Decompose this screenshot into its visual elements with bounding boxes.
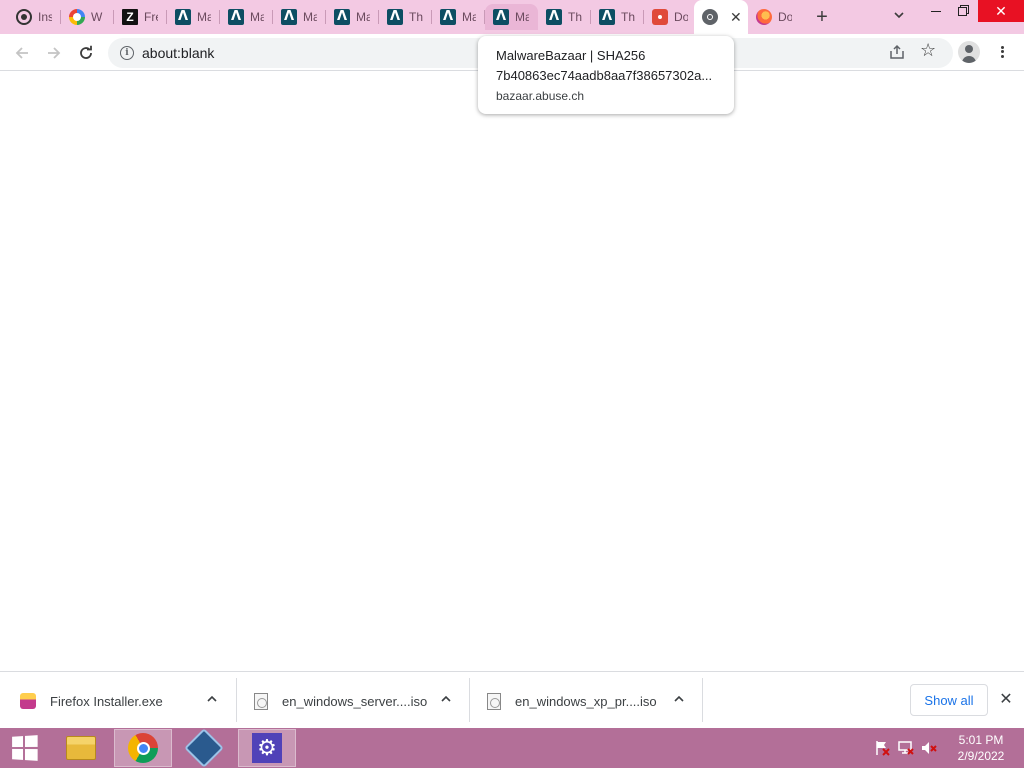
tab-title: Ma: [250, 10, 264, 24]
download-name: Firefox Installer.exe: [50, 693, 163, 709]
show-all-button[interactable]: Show all: [910, 684, 988, 716]
settings-icon: ⚙: [252, 733, 282, 763]
any-run-icon: Λ: [175, 9, 191, 25]
taskbar-file-explorer[interactable]: [52, 729, 110, 767]
tab-2[interactable]: W: [61, 4, 114, 30]
file-icon: [487, 692, 501, 710]
tab-6[interactable]: Λ Ma: [273, 4, 326, 30]
download-name: en_windows_server....iso: [282, 693, 428, 709]
back-button[interactable]: [10, 41, 34, 65]
any-run-icon: Λ: [493, 9, 509, 25]
new-tab-button[interactable]: +: [812, 6, 832, 28]
virtualbox-icon: [184, 728, 224, 768]
tab-title: Th: [621, 10, 635, 24]
tab-1[interactable]: Ins: [8, 4, 61, 30]
any-run-icon: Λ: [440, 9, 456, 25]
zotero-icon: Z: [122, 9, 138, 25]
any-run-icon: Λ: [228, 9, 244, 25]
url-text[interactable]: about:blank: [142, 45, 214, 61]
forward-button[interactable]: [42, 41, 66, 65]
download-item[interactable]: en_windows_server....iso: [254, 678, 469, 724]
tab-4[interactable]: Λ Ma: [167, 4, 220, 30]
taskbar: ⚙ 5:01 PM 2/9/2022: [0, 728, 1024, 768]
tab-title: Do: [778, 10, 792, 24]
chevron-up-icon[interactable]: [671, 693, 687, 709]
google-icon: [69, 9, 85, 25]
chevron-up-icon[interactable]: [438, 693, 454, 709]
tab-hover-tooltip: MalwareBazaar | SHA256 7b40863ec74aadb8a…: [478, 36, 734, 114]
tab-title: Ma: [515, 10, 529, 24]
reload-button[interactable]: [74, 41, 98, 65]
windows-logo-icon: [12, 735, 38, 761]
tab-strip: Ins W Z Fre Λ Ma Λ Ma Λ Ma Λ Ma Λ Th Λ M…: [0, 0, 1024, 34]
tab-9[interactable]: Λ Ma: [432, 4, 485, 30]
tab-title: Do: [674, 10, 688, 24]
taskbar-virtualbox[interactable]: [175, 728, 233, 768]
clock-time: 5:01 PM: [958, 733, 1004, 747]
tab-title: Ins: [38, 10, 52, 24]
download-shelf: Firefox Installer.exe en_windows_server.…: [0, 671, 1024, 728]
close-window-button[interactable]: ✕: [978, 0, 1024, 22]
tab-title: Ma: [356, 10, 370, 24]
taskbar-chrome[interactable]: [114, 729, 172, 767]
start-button[interactable]: [0, 728, 48, 768]
tab-7[interactable]: Λ Ma: [326, 4, 379, 30]
close-tab-icon[interactable]: ✕: [730, 9, 742, 26]
tab-title: Fre: [144, 10, 158, 24]
tab-10[interactable]: Λ Ma: [485, 4, 538, 30]
download-item[interactable]: en_windows_xp_pr....iso: [487, 678, 702, 724]
tab-active[interactable]: ✕: [694, 0, 748, 34]
tab-title: W: [91, 10, 103, 24]
volume-muted-icon[interactable]: [921, 740, 937, 756]
spider-icon: [16, 9, 32, 25]
tab-11[interactable]: Λ Th: [538, 4, 591, 30]
close-shelf-icon[interactable]: ✕: [996, 690, 1016, 710]
malwarebazaar-icon: [652, 9, 668, 25]
clock-date: 2/9/2022: [957, 749, 1005, 763]
profile-avatar-icon[interactable]: [958, 41, 980, 63]
tab-title: Ma: [303, 10, 317, 24]
taskbar-settings[interactable]: ⚙: [238, 729, 296, 767]
system-clock[interactable]: 5:01 PM 2/9/2022: [950, 732, 1012, 764]
action-center-flag-icon[interactable]: [874, 740, 890, 756]
tab-13[interactable]: Do: [644, 4, 697, 30]
file-explorer-icon: [66, 736, 96, 760]
file-icon: [254, 692, 268, 710]
any-run-icon: Λ: [599, 9, 615, 25]
bookmark-star-icon[interactable]: ☆: [920, 40, 936, 61]
tooltip-domain: bazaar.abuse.ch: [496, 89, 585, 103]
tooltip-title: MalwareBazaar | SHA256: [496, 48, 646, 63]
share-icon[interactable]: [888, 43, 908, 63]
firefox-installer-icon: [20, 693, 36, 709]
tab-title: Ma: [462, 10, 476, 24]
tab-title: Th: [568, 10, 582, 24]
tab-search-chevron-icon[interactable]: [890, 8, 908, 26]
tab-15[interactable]: Do: [748, 4, 801, 30]
firefox-icon: [756, 9, 772, 25]
globe-icon: [702, 9, 718, 25]
menu-dots-icon[interactable]: [996, 42, 1008, 62]
network-icon[interactable]: [898, 740, 914, 756]
chevron-up-icon[interactable]: [204, 693, 220, 709]
any-run-icon: Λ: [387, 9, 403, 25]
page-content: [0, 71, 1024, 671]
restore-button[interactable]: [946, 0, 978, 22]
tooltip-hash: 7b40863ec74aadb8aa7f38657302a...: [496, 68, 713, 83]
info-icon[interactable]: i: [120, 46, 134, 60]
download-item[interactable]: Firefox Installer.exe: [20, 678, 235, 724]
tab-title: Ma: [197, 10, 211, 24]
any-run-icon: Λ: [546, 9, 562, 25]
tab-title: Th: [409, 10, 423, 24]
tab-3[interactable]: Z Fre: [114, 4, 167, 30]
any-run-icon: Λ: [334, 9, 350, 25]
chrome-icon: [128, 733, 158, 763]
tab-12[interactable]: Λ Th: [591, 4, 644, 30]
tab-8[interactable]: Λ Th: [379, 4, 432, 30]
any-run-icon: Λ: [281, 9, 297, 25]
download-name: en_windows_xp_pr....iso: [515, 693, 657, 709]
tab-5[interactable]: Λ Ma: [220, 4, 273, 30]
